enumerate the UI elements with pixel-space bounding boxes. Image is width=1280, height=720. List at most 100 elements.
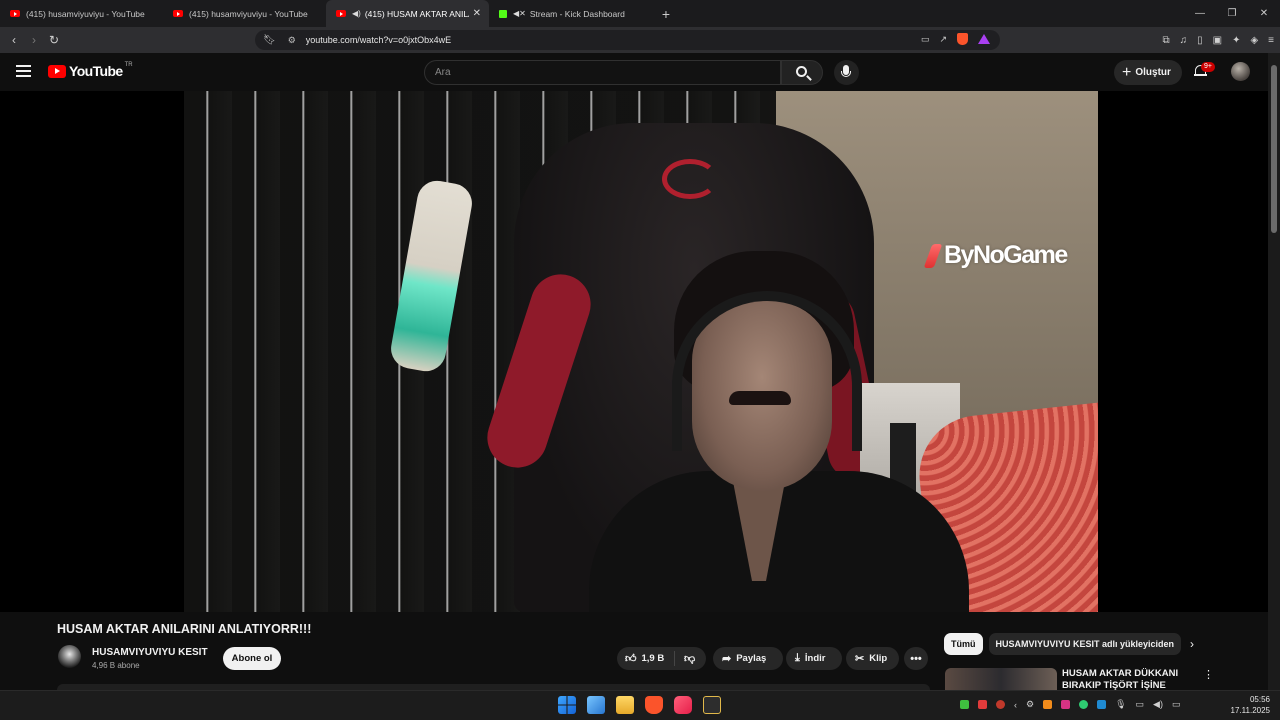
- share-arrow-icon: ➦: [722, 653, 732, 665]
- create-label: Oluştur: [1135, 67, 1171, 78]
- wallet-icon[interactable]: ▣: [1213, 35, 1222, 46]
- tab-title: Stream - Kick Dashboard: [529, 8, 625, 19]
- new-tab-button[interactable]: +: [656, 6, 676, 22]
- plus-icon: +: [1122, 63, 1132, 81]
- tray-settings-icon[interactable]: ⚙: [1026, 699, 1034, 710]
- share-icon[interactable]: ↗: [939, 34, 947, 45]
- audio-playing-icon[interactable]: ◀): [352, 9, 361, 18]
- logo-text: YouTube: [69, 63, 123, 79]
- cast-icon[interactable]: ▭: [921, 34, 930, 45]
- browser-tab-4[interactable]: ◀✕ Stream - Kick Dashboard: [489, 0, 652, 27]
- network-icon[interactable]: ▭: [1136, 699, 1145, 710]
- create-button[interactable]: + Oluştur: [1114, 60, 1182, 85]
- more-actions-button[interactable]: •••: [904, 647, 928, 670]
- channel-avatar[interactable]: [58, 645, 81, 668]
- chip-from-uploader[interactable]: HUSAMVIYUVIYU KESIT adlı yükleyiciden: [988, 633, 1182, 655]
- media-icon[interactable]: ♫: [1180, 35, 1188, 46]
- like-button[interactable]: 👍︎ 1,9 B: [617, 651, 675, 666]
- leo-ai-icon[interactable]: ✦: [1232, 35, 1240, 46]
- address-bar[interactable]: 🔖︎ ⚙ youtube.com/watch?v=o0jxtObx4wE ▭ ↗: [255, 30, 1000, 50]
- guide-menu-icon[interactable]: [16, 65, 31, 77]
- search-button[interactable]: [781, 60, 823, 85]
- tray-shield-icon[interactable]: [1097, 700, 1107, 709]
- taskbar-apps: [558, 696, 721, 714]
- dev-app-icon[interactable]: [703, 696, 721, 714]
- windows-start-icon[interactable]: [558, 696, 576, 714]
- chevron-right-icon[interactable]: ›: [1190, 637, 1194, 651]
- menu-icon[interactable]: ≡: [1268, 35, 1274, 46]
- vpn-icon[interactable]: ◈: [1250, 35, 1258, 46]
- tray-recorder-icon[interactable]: [978, 700, 987, 709]
- account-avatar[interactable]: [1231, 62, 1250, 81]
- share-button[interactable]: ➦ Paylaş: [713, 647, 783, 670]
- browser-tab-3-active[interactable]: ◀) (415) HUSAM AKTAR ANILAR ✕: [326, 0, 489, 27]
- clock-time: 05:56: [1249, 695, 1270, 704]
- country-code: TR: [124, 62, 133, 68]
- apple-music-icon[interactable]: [674, 696, 692, 714]
- tray-obs-icon[interactable]: [996, 700, 1005, 709]
- tray-app4-icon[interactable]: [1079, 700, 1089, 709]
- back-icon[interactable]: ‹: [4, 33, 24, 47]
- brave-browser-icon[interactable]: [645, 696, 663, 714]
- window-controls: — ❐ ✕: [1184, 0, 1280, 27]
- tray-app-icon[interactable]: [960, 700, 969, 709]
- sponsor-watermark: ByNoGame: [923, 241, 1068, 270]
- page-scrollbar[interactable]: [1268, 53, 1280, 690]
- brave-rewards-icon[interactable]: [978, 34, 990, 44]
- restore-icon[interactable]: ❐: [1216, 0, 1248, 27]
- tray-app2-icon[interactable]: [1043, 700, 1053, 709]
- video-frame: [184, 91, 1098, 612]
- bookmark-icon[interactable]: 🔖︎: [263, 35, 276, 46]
- like-dislike-group: 👍︎ 1,9 B 👎︎: [617, 647, 706, 670]
- forward-icon[interactable]: ›: [24, 33, 44, 47]
- kick-favicon-icon: [499, 9, 507, 18]
- dislike-button[interactable]: 👎︎: [675, 652, 695, 665]
- reload-icon[interactable]: ↻: [44, 33, 64, 47]
- url-text[interactable]: youtube.com/watch?v=o0jxtObx4wE: [306, 35, 451, 45]
- tray-chevron-icon[interactable]: ‹: [1014, 700, 1017, 710]
- channel-name[interactable]: HUSAMVIYUVIYU KESIT: [92, 647, 208, 658]
- recommended-thumbnail[interactable]: [945, 668, 1057, 690]
- related-filter-chips: Tümü HUSAMVIYUVIYU KESIT adlı yükleyicid…: [944, 633, 1182, 655]
- more-vertical-icon[interactable]: ⋮: [1203, 668, 1214, 681]
- scrollbar-thumb[interactable]: [1271, 65, 1277, 233]
- sidebar-icon[interactable]: ▯: [1197, 35, 1203, 46]
- minimize-icon[interactable]: —: [1184, 0, 1216, 27]
- tray-mic-icon[interactable]: 🎙︎: [1115, 699, 1126, 710]
- battery-icon[interactable]: ▭: [1172, 699, 1181, 710]
- tab-title: (415) husamviyuviyu - YouTube: [189, 8, 308, 19]
- browser-tab-2[interactable]: (415) husamviyuviyu - YouTube: [163, 0, 326, 27]
- chip-all[interactable]: Tümü: [944, 633, 983, 655]
- youtube-favicon-icon: [336, 10, 346, 17]
- file-explorer-icon[interactable]: [616, 696, 634, 714]
- close-tab-icon[interactable]: ✕: [473, 8, 481, 19]
- screenshot-icon[interactable]: ⧉: [1162, 35, 1169, 46]
- audio-muted-icon[interactable]: ◀✕: [513, 9, 526, 18]
- subscriber-count: 4,96 B abone: [92, 661, 140, 670]
- taskbar-clock[interactable]: 05:56 17.11.2025: [1226, 694, 1270, 716]
- tab-title: (415) HUSAM AKTAR ANILAR: [364, 8, 469, 19]
- browser-extensions: ⧉ ♫ ▯ ▣ ✦ ◈ ≡: [1162, 27, 1274, 53]
- brave-shields-icon[interactable]: [957, 33, 968, 45]
- share-label: Paylaş: [736, 653, 767, 664]
- photos-app-icon[interactable]: [587, 696, 605, 714]
- voice-search-button[interactable]: [834, 60, 859, 85]
- download-button[interactable]: ⤓ İndir: [786, 647, 842, 670]
- search-input[interactable]: Ara: [424, 60, 781, 85]
- browser-tab-1[interactable]: (415) husamviyuviyu - YouTube: [0, 0, 163, 27]
- sponsor-name: ByNoGame: [944, 241, 1068, 269]
- browser-tab-strip: (415) husamviyuviyu - YouTube (415) husa…: [0, 0, 1280, 27]
- tray-app3-icon[interactable]: [1061, 700, 1071, 709]
- more-horizontal-icon: •••: [910, 652, 922, 665]
- clip-button[interactable]: ✂ Klip: [846, 647, 899, 670]
- youtube-logo[interactable]: YouTube TR: [48, 62, 133, 79]
- volume-icon[interactable]: ◀): [1153, 699, 1163, 710]
- recommended-title[interactable]: HUSAM AKTAR DÜKKANI BIRAKIP TİŞÖRT İŞİNE…: [1062, 668, 1192, 690]
- youtube-favicon-icon: [173, 10, 183, 17]
- close-window-icon[interactable]: ✕: [1248, 0, 1280, 27]
- subscribe-button[interactable]: Abone ol: [223, 647, 281, 670]
- video-player[interactable]: ByNoGame: [0, 91, 1268, 612]
- youtube-play-icon: [48, 64, 66, 78]
- search-icon: [796, 66, 807, 77]
- site-settings-icon[interactable]: ⚙: [288, 35, 296, 46]
